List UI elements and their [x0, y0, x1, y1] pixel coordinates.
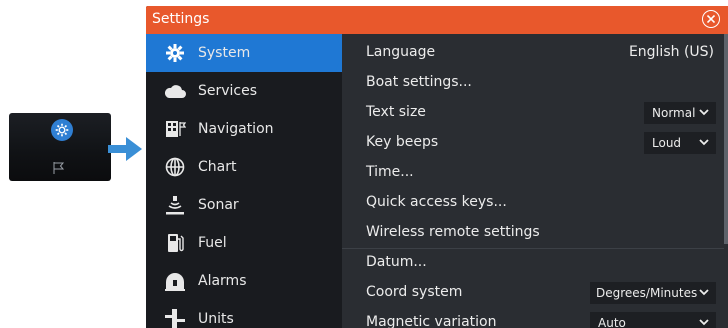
key-beeps-value: Loud — [652, 136, 682, 150]
title-bar: Settings — [146, 6, 728, 34]
magnetic-variation-row: Magnetic variation Auto — [342, 308, 724, 328]
scrollbar[interactable] — [724, 34, 728, 244]
datum-row[interactable]: Datum... — [342, 248, 724, 278]
sidebar-item-label: Units — [198, 311, 234, 327]
sidebar-item-label: Navigation — [198, 121, 274, 137]
sidebar-item-label: Alarms — [198, 273, 247, 289]
quick-access-keys-row[interactable]: Quick access keys... — [342, 188, 724, 218]
sidebar-item-label: Chart — [198, 159, 237, 175]
key-beeps-row: Key beeps Loud — [342, 128, 724, 158]
dialog-title: Settings — [152, 11, 210, 27]
chevron-down-icon — [699, 109, 709, 116]
quick-access-keys-label: Quick access keys... — [366, 194, 507, 210]
coord-system-row: Coord system Degrees/Minutes — [342, 278, 724, 308]
language-label: Language — [366, 44, 436, 60]
coord-system-select[interactable]: Degrees/Minutes — [590, 282, 716, 304]
sidebar-item-navigation[interactable]: Navigation — [146, 110, 342, 148]
wireless-remote-settings-row[interactable]: Wireless remote settings — [342, 218, 724, 248]
sidebar-item-system[interactable]: System — [146, 34, 343, 72]
datum-label: Datum... — [366, 254, 427, 270]
sidebar-item-label: Services — [198, 83, 258, 99]
language-value: English (US) — [628, 44, 714, 60]
alarm-icon — [164, 270, 186, 292]
settings-sidebar: System Services Navigation Chart Sonar F… — [146, 34, 343, 328]
sidebar-item-label: Fuel — [198, 235, 227, 251]
time-row[interactable]: Time... — [342, 158, 724, 188]
text-size-label: Text size — [366, 104, 426, 120]
coord-system-value: Degrees/Minutes — [596, 286, 698, 300]
settings-gear-icon — [51, 119, 73, 141]
sidebar-item-alarms[interactable]: Alarms — [146, 262, 342, 300]
text-size-select[interactable]: Normal — [644, 102, 716, 124]
sidebar-item-label: System — [198, 45, 251, 61]
chevron-down-icon — [699, 139, 709, 146]
time-label: Time... — [366, 164, 414, 180]
cloud-icon — [164, 80, 186, 102]
sidebar-item-sonar[interactable]: Sonar — [146, 186, 342, 224]
fuel-pump-icon — [164, 232, 186, 254]
arrow-right-icon — [108, 137, 142, 165]
sidebar-item-label: Sonar — [198, 197, 239, 213]
sidebar-item-units[interactable]: Units — [146, 300, 342, 328]
settings-dialog: Settings System Services Navigation Char… — [146, 6, 728, 328]
magnetic-variation-value: Auto — [598, 316, 626, 328]
chevron-down-icon — [699, 319, 709, 326]
system-settings-panel: Language English (US) Boat settings... T… — [342, 34, 728, 328]
sidebar-item-chart[interactable]: Chart — [146, 148, 342, 186]
magnetic-variation-label: Magnetic variation — [366, 314, 497, 328]
gear-icon — [164, 42, 186, 64]
magnetic-variation-select[interactable]: Auto — [590, 312, 716, 328]
key-beeps-select[interactable]: Loud — [644, 132, 716, 154]
key-beeps-label: Key beeps — [366, 134, 439, 150]
boat-settings-label: Boat settings... — [366, 74, 472, 90]
sonar-icon — [164, 194, 186, 216]
close-button[interactable] — [702, 10, 720, 28]
coord-system-label: Coord system — [366, 284, 463, 300]
sidebar-item-services[interactable]: Services — [146, 72, 342, 110]
chevron-down-icon — [699, 289, 709, 296]
text-size-value: Normal — [652, 106, 696, 120]
close-icon — [707, 15, 715, 23]
text-size-row: Text size Normal — [342, 98, 724, 128]
globe-icon — [164, 156, 186, 178]
units-icon — [164, 308, 186, 328]
language-row[interactable]: Language English (US) — [342, 38, 724, 68]
wireless-remote-label: Wireless remote settings — [366, 224, 540, 240]
sidebar-item-fuel[interactable]: Fuel — [146, 224, 342, 262]
flag-icon — [52, 160, 66, 179]
navigation-icon — [164, 118, 186, 140]
device-preview-thumbnail — [9, 113, 111, 181]
boat-settings-row[interactable]: Boat settings... — [342, 68, 724, 98]
